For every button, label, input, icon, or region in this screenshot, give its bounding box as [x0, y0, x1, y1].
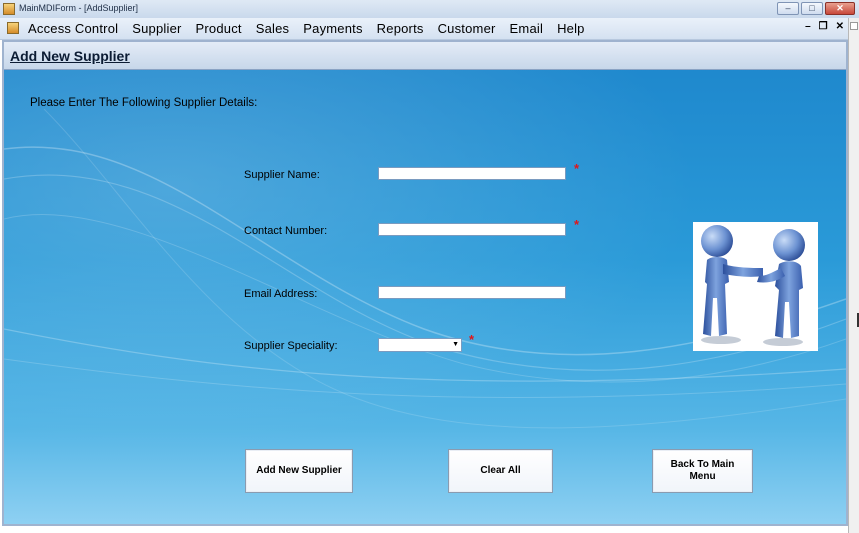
menu-email[interactable]: Email	[503, 20, 551, 37]
contact-number-label: Contact Number:	[244, 225, 328, 237]
supplier-speciality-select[interactable]: ▼	[378, 338, 462, 352]
required-marker: *	[469, 332, 475, 347]
window-controls: – □ ✕	[777, 2, 855, 15]
minimize-icon[interactable]: –	[777, 2, 799, 15]
right-scroll-edge	[848, 18, 859, 533]
child-restore-icon[interactable]: ❐	[819, 21, 828, 32]
menu-payments[interactable]: Payments	[296, 20, 369, 37]
handshake-people-icon	[693, 222, 818, 351]
back-to-main-menu-button[interactable]: Back To Main Menu	[652, 449, 753, 493]
child-close-icon[interactable]: ✕	[836, 21, 844, 32]
menu-access-control[interactable]: Access Control	[28, 20, 125, 37]
mdi-child-controls: – ❐ ✕	[805, 21, 844, 32]
scroll-up-icon[interactable]	[850, 22, 858, 30]
supplier-name-input[interactable]	[378, 167, 566, 180]
clear-all-button[interactable]: Clear All	[448, 449, 553, 493]
window-title: MainMDIForm - [AddSupplier]	[19, 3, 139, 13]
close-icon[interactable]: ✕	[825, 2, 855, 15]
required-marker: *	[574, 161, 580, 176]
mdi-child-icon[interactable]	[7, 22, 19, 34]
menu-customer[interactable]: Customer	[431, 20, 503, 37]
menu-reports[interactable]: Reports	[370, 20, 431, 37]
menu-product[interactable]: Product	[189, 20, 249, 37]
menu-bar: Access Control Supplier Product Sales Pa…	[0, 18, 848, 40]
email-address-input[interactable]	[378, 286, 566, 299]
page-title: Add New Supplier	[10, 48, 130, 64]
app-icon	[3, 3, 15, 15]
supplier-speciality-label: Supplier Speciality:	[244, 340, 338, 352]
contact-number-input[interactable]	[378, 223, 566, 236]
form-header: Add New Supplier	[4, 42, 846, 70]
supplier-name-label: Supplier Name:	[244, 169, 320, 181]
instruction-text: Please Enter The Following Supplier Deta…	[30, 97, 258, 109]
add-supplier-form: Add New Supplier Please Enter The Follow…	[2, 40, 848, 526]
menu-supplier[interactable]: Supplier	[125, 20, 188, 37]
dropdown-arrow-icon[interactable]: ▼	[452, 339, 459, 351]
menu-help[interactable]: Help	[550, 20, 592, 37]
add-new-supplier-button[interactable]: Add New Supplier	[245, 449, 353, 493]
window-titlebar: MainMDIForm - [AddSupplier] – □ ✕	[0, 0, 859, 19]
email-address-label: Email Address:	[244, 288, 318, 300]
required-marker: *	[574, 217, 580, 232]
child-minimize-icon[interactable]: –	[805, 21, 811, 32]
menu-sales[interactable]: Sales	[249, 20, 297, 37]
maximize-icon[interactable]: □	[801, 2, 823, 15]
